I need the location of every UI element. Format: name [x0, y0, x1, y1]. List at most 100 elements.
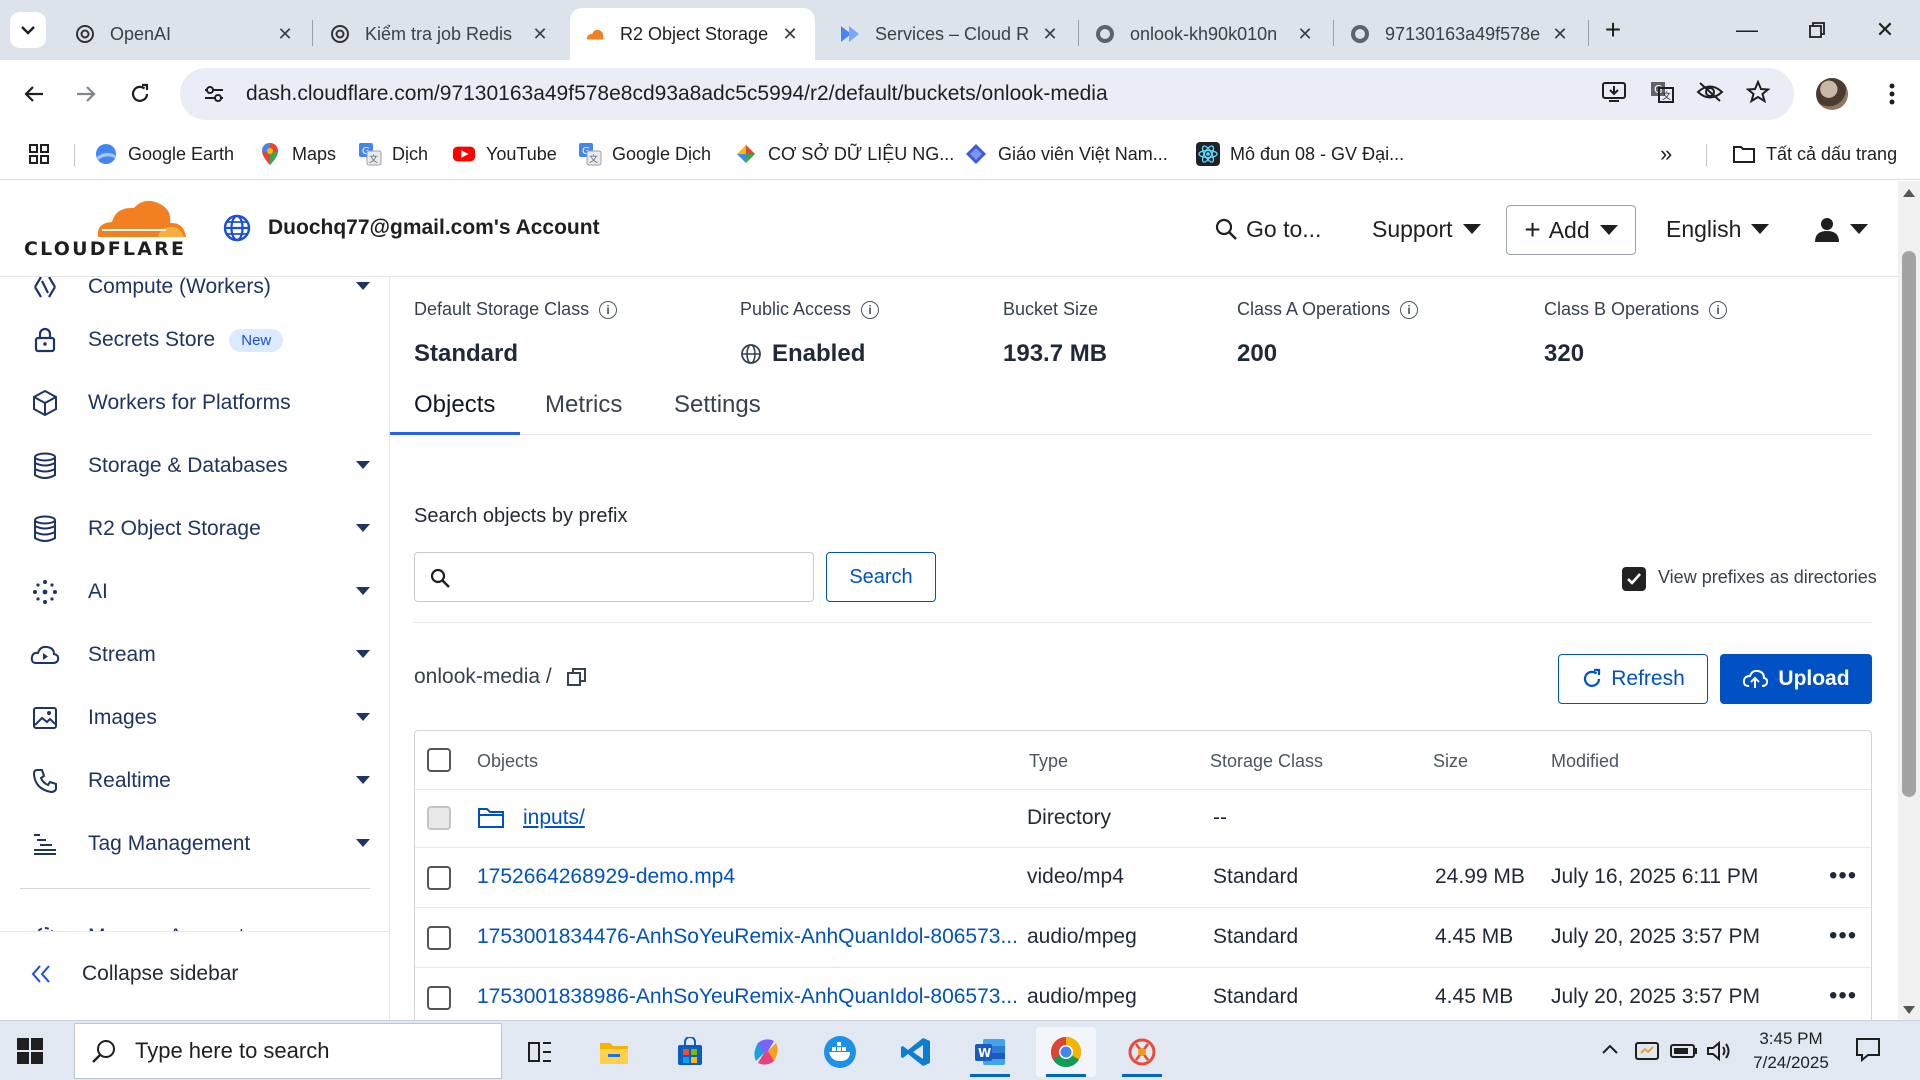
tab-search-button[interactable]: [10, 12, 46, 48]
scroll-up-arrow[interactable]: [1903, 189, 1915, 197]
column-header-modified[interactable]: Modified: [1551, 751, 1619, 772]
sidebar-item-r2[interactable]: R2 Object Storage: [30, 509, 370, 549]
profile-avatar[interactable]: [1816, 78, 1848, 110]
object-name-link[interactable]: inputs/: [523, 806, 585, 830]
sidebar-item-workers-platforms[interactable]: Workers for Platforms: [30, 383, 370, 423]
docker-button[interactable]: [810, 1027, 870, 1077]
column-header-type[interactable]: Type: [1029, 751, 1068, 772]
close-icon[interactable]: ✕: [1294, 23, 1316, 45]
word-button[interactable]: W: [960, 1027, 1020, 1077]
goto-button[interactable]: Go to...: [1214, 209, 1321, 249]
tracking-protection-button[interactable]: [1692, 74, 1728, 110]
view-prefixes-label[interactable]: View prefixes as directories: [1658, 567, 1877, 588]
show-hidden-icons-button[interactable]: [1600, 1041, 1620, 1062]
chrome-button[interactable]: [1036, 1027, 1096, 1077]
file-explorer-button[interactable]: [584, 1027, 644, 1077]
info-icon[interactable]: i: [1400, 300, 1419, 319]
info-icon[interactable]: i: [861, 300, 880, 319]
copilot-button[interactable]: [736, 1027, 796, 1077]
new-tab-button[interactable]: +: [1580, 0, 1646, 60]
language-menu[interactable]: English: [1666, 209, 1770, 249]
bookmark-star-button[interactable]: [1740, 74, 1776, 110]
sidebar-item-images[interactable]: Images: [30, 698, 370, 738]
address-bar[interactable]: dash.cloudflare.com/97130163a49f578e8cd9…: [180, 68, 1794, 120]
sidebar-item-stream[interactable]: Stream: [30, 635, 370, 675]
install-app-button[interactable]: [1596, 74, 1632, 110]
bookmark-giao-vien[interactable]: Giáo viên Việt Nam...: [964, 140, 1168, 168]
restore-button[interactable]: [1784, 0, 1850, 60]
collapse-sidebar-button[interactable]: Collapse sidebar: [30, 962, 238, 986]
browser-tab-openai[interactable]: OpenAI ✕: [60, 8, 310, 60]
tab-objects[interactable]: Objects: [414, 391, 495, 419]
copy-icon[interactable]: [566, 666, 588, 688]
column-header-storage-class[interactable]: Storage Class: [1210, 751, 1323, 772]
cloudflare-logo[interactable]: CLOUDFLARE: [24, 197, 189, 260]
column-header-size[interactable]: Size: [1433, 751, 1468, 772]
info-icon[interactable]: i: [1709, 300, 1728, 319]
close-icon[interactable]: ✕: [274, 23, 296, 45]
scrollbar-thumb[interactable]: [1902, 251, 1916, 797]
object-name-link[interactable]: 1752664268929-demo.mp4: [477, 865, 735, 889]
row-checkbox[interactable]: [427, 986, 451, 1010]
account-selector[interactable]: Duochq77@gmail.com's Account: [220, 211, 600, 245]
taskbar-search[interactable]: Type here to search: [74, 1023, 502, 1079]
row-actions-menu[interactable]: •••: [1829, 982, 1857, 1010]
start-button[interactable]: [16, 1037, 44, 1070]
microsoft-store-button[interactable]: [660, 1027, 720, 1077]
notifications-button[interactable]: [1854, 1035, 1882, 1068]
row-checkbox[interactable]: [427, 926, 451, 950]
running-app-button[interactable]: [1112, 1027, 1172, 1077]
sidebar-item-storage-databases[interactable]: Storage & Databases: [30, 446, 370, 486]
sidebar-item-tag-management[interactable]: Tag Management: [30, 824, 370, 864]
browser-menu-button[interactable]: [1874, 76, 1910, 112]
bookmark-mo-dun[interactable]: Mô đun 08 - GV Đại...: [1196, 140, 1404, 168]
bookmark-google-earth[interactable]: Google Earth: [94, 140, 234, 168]
close-icon[interactable]: ✕: [779, 23, 801, 45]
sidebar-item-ai[interactable]: AI: [30, 572, 370, 612]
row-actions-menu[interactable]: •••: [1829, 922, 1857, 950]
object-name-link[interactable]: 1753001834476-AnhSoYeuRemix-AnhQuanIdol-…: [477, 925, 1018, 949]
info-icon[interactable]: i: [599, 300, 618, 319]
bookmark-dich[interactable]: G文 Dịch: [358, 140, 428, 168]
bookmark-co-so-du-lieu[interactable]: CƠ SỞ DỮ LIỆU NG...: [734, 140, 954, 168]
row-checkbox[interactable]: [427, 866, 451, 890]
row-actions-menu[interactable]: •••: [1829, 862, 1857, 890]
sidebar-item-secrets-store[interactable]: Secrets Store New: [30, 320, 370, 360]
breadcrumb-bucket[interactable]: onlook-media /: [414, 665, 552, 689]
upload-button[interactable]: Upload: [1720, 654, 1872, 704]
back-button[interactable]: [14, 74, 54, 114]
browser-tab-onlook[interactable]: onlook-kh90k010n ✕: [1080, 8, 1330, 60]
taskbar-clock[interactable]: 3:45 PM 7/24/2025: [1746, 1027, 1836, 1075]
close-icon[interactable]: ✕: [529, 23, 551, 45]
browser-tab-r2[interactable]: R2 Object Storage ✕: [570, 8, 815, 60]
forward-button[interactable]: [66, 74, 106, 114]
minimize-button[interactable]: —: [1714, 0, 1780, 60]
translate-page-button[interactable]: G文: [1644, 74, 1680, 110]
support-menu[interactable]: Support: [1372, 209, 1481, 249]
object-name-link[interactable]: 1753001838986-AnhSoYeuRemix-AnhQuanIdol-…: [477, 985, 1018, 1009]
reload-button[interactable]: [120, 74, 160, 114]
bookmarks-overflow-button[interactable]: »: [1660, 140, 1672, 168]
page-scrollbar[interactable]: [1898, 181, 1920, 1020]
sidebar-item-realtime[interactable]: Realtime: [30, 761, 370, 801]
select-all-checkbox[interactable]: [427, 748, 451, 772]
close-icon[interactable]: ✕: [1039, 23, 1061, 45]
user-menu[interactable]: [1814, 209, 1868, 249]
bookmark-maps[interactable]: Maps: [258, 140, 336, 168]
bookmark-youtube[interactable]: YouTube: [452, 140, 557, 168]
view-prefixes-checkbox[interactable]: [1622, 567, 1646, 591]
column-header-objects[interactable]: Objects: [477, 751, 538, 772]
battery-button[interactable]: [1670, 1043, 1698, 1064]
add-button[interactable]: + Add: [1506, 205, 1636, 255]
all-bookmarks-button[interactable]: Tất cả dấu trang: [1732, 140, 1897, 168]
tab-settings[interactable]: Settings: [674, 391, 761, 419]
url-text[interactable]: dash.cloudflare.com/97130163a49f578e8cd9…: [246, 82, 1108, 106]
apps-button[interactable]: [28, 140, 50, 168]
browser-tab-redis[interactable]: Kiểm tra job Redis ✕: [315, 8, 565, 60]
window-close-button[interactable]: ✕: [1852, 0, 1918, 60]
task-view-button[interactable]: [510, 1027, 570, 1077]
tab-metrics[interactable]: Metrics: [545, 391, 622, 419]
tray-app-button[interactable]: [1634, 1039, 1660, 1068]
site-settings-icon[interactable]: [194, 84, 234, 104]
vscode-button[interactable]: [886, 1027, 946, 1077]
